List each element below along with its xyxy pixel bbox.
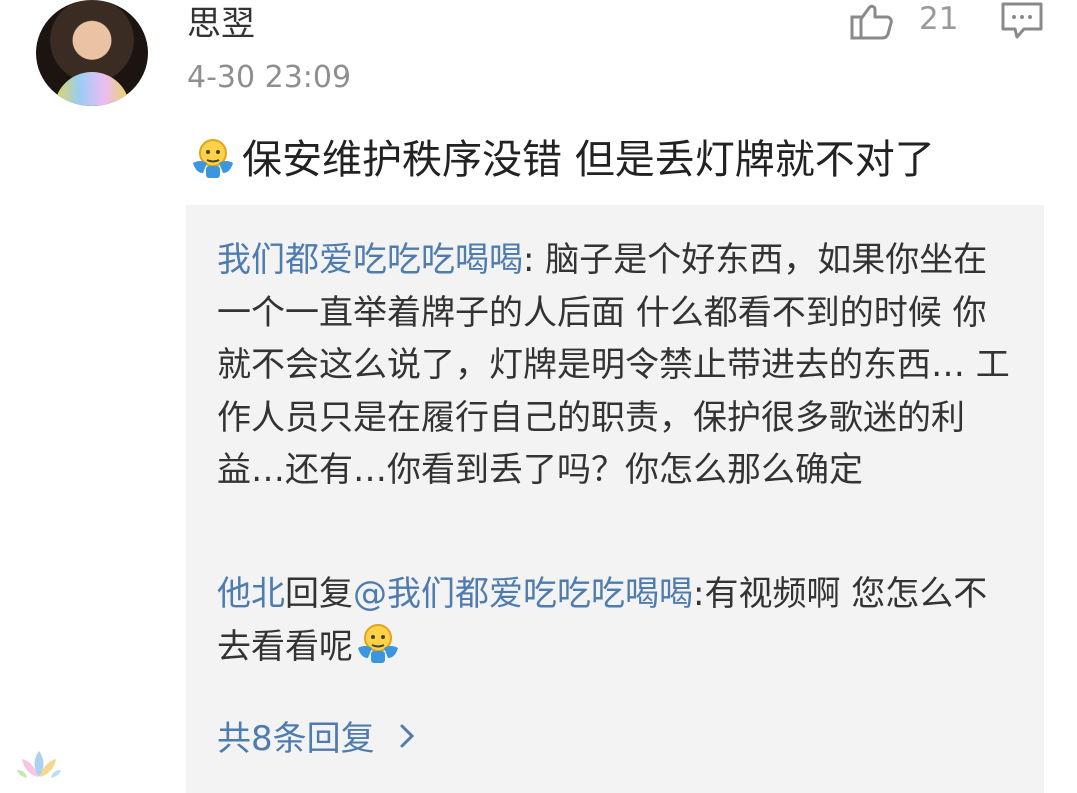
reply-item: 我们都爱吃吃吃喝喝: 脑子是个好东西，如果你坐在一个一直举着牌子的人后面 什么都… — [217, 234, 1017, 497]
more-replies-label: 共8条回复 — [217, 719, 375, 759]
reply-item: 他北回复@我们都爱吃吃吃喝喝:有视频啊 您怎么不去看看呢 — [217, 568, 1017, 673]
avatar[interactable] — [36, 0, 148, 106]
like-count: 21 — [919, 1, 959, 37]
comment-text-row: 保安维护秩序没错 但是丢灯牌就不对了 — [188, 133, 935, 187]
reply-author[interactable]: 他北 — [217, 574, 285, 614]
shrug-emoji-icon — [358, 623, 398, 663]
avatar-shirt — [54, 72, 130, 106]
lotus-watermark-icon — [17, 751, 61, 778]
username[interactable]: 思翌 — [187, 1, 255, 47]
chevron-right-icon — [400, 724, 415, 748]
reply-separator: : — [523, 240, 535, 280]
comment-text: 保安维护秩序没错 但是丢灯牌就不对了 — [242, 137, 935, 183]
timestamp: 4-30 23:09 — [187, 60, 352, 95]
thumbs-up-icon — [850, 4, 893, 40]
more-replies-button[interactable]: 共8条回复 — [217, 715, 417, 763]
reply-separator: : — [693, 574, 705, 614]
reply-word: 回复 — [285, 574, 353, 614]
shrug-emoji-icon — [193, 139, 233, 178]
reply-list: 我们都爱吃吃吃喝喝: 脑子是个好东西，如果你坐在一个一直举着牌子的人后面 什么都… — [186, 205, 1044, 793]
reply-mention[interactable]: @我们都爱吃吃吃喝喝 — [353, 574, 693, 614]
reply-author[interactable]: 我们都爱吃吃吃喝喝 — [217, 240, 523, 280]
like-button[interactable]: 21 — [848, 0, 968, 44]
comment-icon[interactable] — [999, 0, 1045, 42]
